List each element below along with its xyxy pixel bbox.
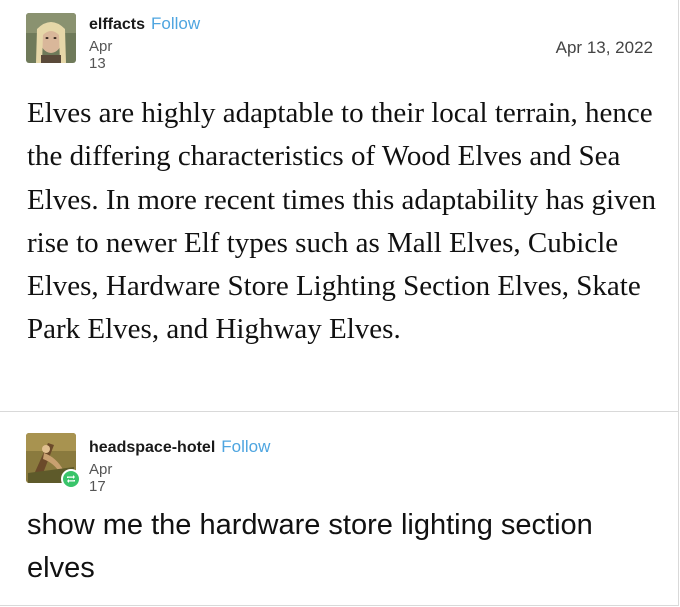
post-thread: elffacts Follow Apr 13 Apr 13, 2022 Elves… xyxy=(0,0,679,606)
name-line: headspace-hotel Follow xyxy=(89,437,270,457)
post-date: Apr 17 xyxy=(89,461,113,495)
username[interactable]: headspace-hotel xyxy=(89,439,215,456)
follow-button[interactable]: Follow xyxy=(221,437,270,456)
post-body: Elves are highly adaptable to their loca… xyxy=(27,97,656,346)
post-date-full: Apr 13, 2022 xyxy=(555,38,653,57)
divider xyxy=(0,411,679,412)
post-body: show me the hardware store lighting sect… xyxy=(27,509,593,584)
post-date: Apr 13 xyxy=(89,38,113,72)
reblog-icon xyxy=(61,469,81,489)
avatar[interactable] xyxy=(26,13,76,63)
username[interactable]: elffacts xyxy=(89,16,145,33)
name-line: elffacts Follow xyxy=(89,14,200,34)
follow-button[interactable]: Follow xyxy=(151,14,200,33)
